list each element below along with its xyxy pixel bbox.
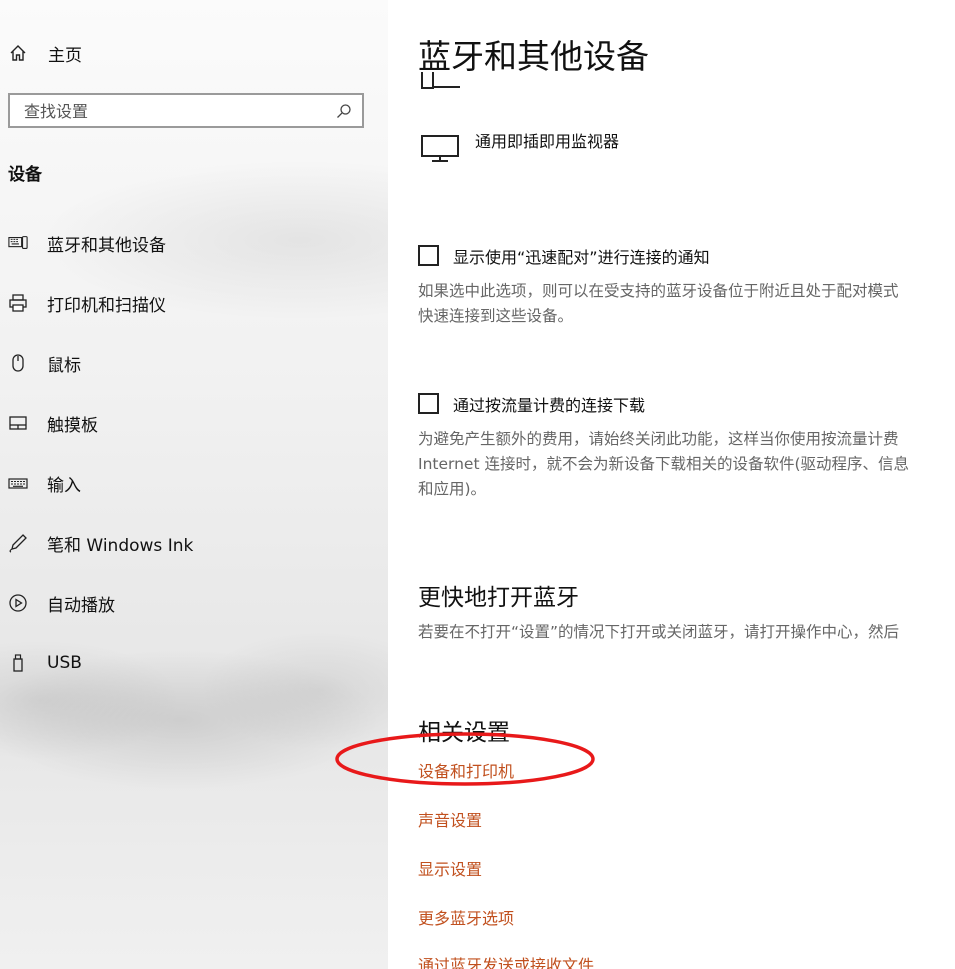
link-more-bluetooth-options[interactable]: 更多蓝牙选项 [418,905,514,929]
metered-download-checkbox[interactable] [418,393,439,414]
sidebar-home[interactable]: 主页 [0,33,388,73]
sidebar-item-usb[interactable]: USB [0,643,388,683]
device-name[interactable]: 通用即插即用监视器 [475,128,619,152]
sidebar: 主页 设备 蓝牙和其他设备 打印机和扫描仪 鼠标 触摸板 输入 [0,0,388,969]
monitor-icon [420,134,462,168]
main-content: 蓝牙和其他设备 通用即插即用监视器 显示使用“迅速配对”进行连接的通知 如果选中… [388,0,955,969]
sidebar-item-label: USB [47,653,82,673]
sidebar-item-touchpad[interactable]: 触摸板 [0,403,388,443]
metered-download-label[interactable]: 通过按流量计费的连接下载 [453,392,645,416]
metered-description: 和应用)。 [418,480,487,498]
page-title: 蓝牙和其他设备 [418,37,649,76]
sidebar-item-label: 自动播放 [47,595,115,616]
device-icon [420,72,464,90]
mouse-icon [8,353,28,373]
quick-bluetooth-heading: 更快地打开蓝牙 [418,585,579,611]
link-display-settings[interactable]: 显示设置 [418,856,482,880]
sidebar-item-label: 触摸板 [47,415,98,436]
sidebar-item-label: 打印机和扫描仪 [47,295,166,316]
keyboard-icon [8,473,28,493]
swift-pair-label[interactable]: 显示使用“迅速配对”进行连接的通知 [453,244,710,268]
link-devices-and-printers[interactable]: 设备和打印机 [418,758,514,782]
sidebar-item-bluetooth[interactable]: 蓝牙和其他设备 [0,223,388,263]
sidebar-item-printers[interactable]: 打印机和扫描仪 [0,283,388,323]
sidebar-item-pen[interactable]: 笔和 Windows Ink [0,523,388,563]
autoplay-icon [8,593,28,613]
metered-description: 为避免产生额外的费用，请始终关闭此功能，这样当你使用按流量计费 [418,430,899,448]
metered-description: Internet 连接时，就不会为新设备下载相关的设备软件(驱动程序、信息 [418,455,910,473]
sidebar-item-mouse[interactable]: 鼠标 [0,343,388,383]
search-input[interactable] [24,101,324,121]
sidebar-item-label: 输入 [47,475,81,496]
sidebar-item-typing[interactable]: 输入 [0,463,388,503]
swift-pair-checkbox[interactable] [418,245,439,266]
search-box[interactable] [8,93,364,128]
link-send-receive-bluetooth[interactable]: 通过蓝牙发送或接收文件 [418,952,594,969]
swift-pair-description: 如果选中此选项，则可以在受支持的蓝牙设备位于附近且处于配对模式 [418,282,899,300]
bluetooth-devices-icon [8,233,28,253]
search-icon[interactable] [336,103,352,123]
usb-icon [8,653,28,673]
quick-bluetooth-description: 若要在不打开“设置”的情况下打开或关闭蓝牙，请打开操作中心，然后 [418,623,900,641]
section-heading: 设备 [8,165,42,185]
link-sound-settings[interactable]: 声音设置 [418,807,482,831]
sidebar-item-label: 蓝牙和其他设备 [47,235,166,256]
printer-icon [8,293,28,313]
home-icon [8,43,28,63]
sidebar-item-autoplay[interactable]: 自动播放 [0,583,388,623]
sidebar-home-label: 主页 [48,45,82,66]
swift-pair-description: 快速连接到这些设备。 [418,307,574,325]
sidebar-item-label: 笔和 Windows Ink [47,535,194,556]
related-settings-heading: 相关设置 [418,720,510,746]
sidebar-item-label: 鼠标 [47,355,81,376]
pen-icon [8,533,28,553]
touchpad-icon [8,413,28,433]
